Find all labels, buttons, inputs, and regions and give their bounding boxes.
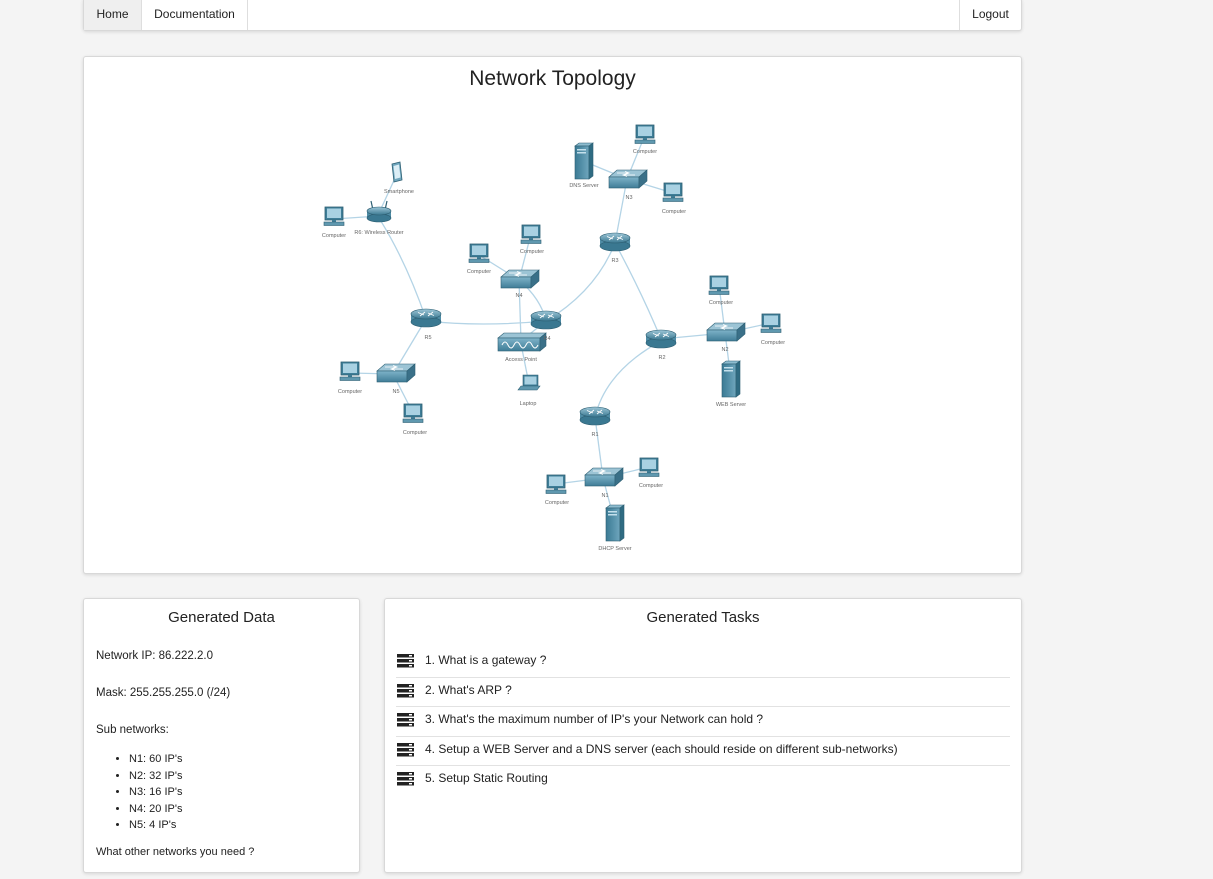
- label-n5: N5: [392, 389, 399, 395]
- label-laptop: Laptop: [520, 401, 537, 407]
- computer-icon: [760, 313, 782, 333]
- computer-icon: [708, 275, 730, 295]
- subnet-item: N3: 16 IP's: [129, 784, 182, 801]
- computer-icon: [662, 182, 684, 202]
- computer-icon: [634, 124, 656, 144]
- label-computer: Computer: [709, 300, 733, 306]
- generated-tasks-title: Generated Tasks: [646, 609, 760, 626]
- label-dhcp-server: DHCP Server: [598, 546, 631, 552]
- label-n4: N4: [515, 293, 522, 299]
- laptop-icon: [517, 374, 541, 391]
- switch-icon: [584, 467, 624, 487]
- nav-logout-link[interactable]: Logout: [959, 0, 1021, 30]
- server-list-icon: [397, 683, 414, 698]
- label-n2: N2: [721, 347, 728, 353]
- label-smartphone: Smartphone: [384, 189, 414, 195]
- server-icon: [605, 504, 625, 542]
- switch-icon: [706, 322, 746, 342]
- label-r5: R5: [424, 335, 431, 341]
- subnet-item: N4: 20 IP's: [129, 801, 182, 818]
- generated-data-panel: Generated Data Network IP: 86.222.2.0 Ma…: [83, 598, 360, 873]
- server-list-icon: [397, 742, 414, 757]
- task-item[interactable]: 3. What's the maximum number of IP's you…: [396, 707, 1010, 737]
- task-item[interactable]: 1. What is a gateway ?: [396, 648, 1010, 678]
- subnet-item: N1: 60 IP's: [129, 751, 182, 768]
- label-computer: Computer: [322, 233, 346, 239]
- task-label: 2. What's ARP ?: [425, 682, 512, 697]
- computer-icon: [402, 403, 424, 423]
- network-topology-diagram: Smartphone Computer R6: Wireless Router …: [322, 124, 785, 552]
- label-computer: Computer: [545, 500, 569, 506]
- label-computer: Computer: [639, 483, 663, 489]
- server-icon: [721, 360, 741, 398]
- router-icon: [579, 406, 611, 426]
- label-web-server: WEB Server: [716, 402, 746, 408]
- nav-home-link[interactable]: Home: [84, 0, 142, 30]
- network-ip-text: Network IP: 86.222.2.0: [96, 650, 213, 662]
- label-r3: R3: [611, 258, 618, 264]
- task-list: 1. What is a gateway ? 2. What's ARP ? 3…: [396, 648, 1010, 796]
- subnet-item: N5: 4 IP's: [129, 817, 182, 834]
- wireless-router-icon: [366, 200, 392, 223]
- computer-icon: [638, 457, 660, 477]
- label-computer: Computer: [633, 149, 657, 155]
- label-computer: Computer: [403, 430, 427, 436]
- router-icon: [599, 232, 631, 252]
- router-icon: [645, 329, 677, 349]
- label-computer: Computer: [761, 340, 785, 346]
- label-r2: R2: [658, 355, 665, 361]
- label-computer: Computer: [338, 389, 362, 395]
- computer-icon: [545, 474, 567, 494]
- server-list-icon: [397, 772, 414, 786]
- task-label: 4. Setup a WEB Server and a DNS server (…: [425, 741, 898, 756]
- access-point-icon: [497, 332, 547, 352]
- topology-title: Network Topology: [469, 67, 636, 90]
- task-label: 5. Setup Static Routing: [425, 771, 548, 786]
- computer-icon: [520, 224, 542, 244]
- generated-data-title: Generated Data: [168, 609, 275, 626]
- task-label: 3. What's the maximum number of IP's you…: [425, 712, 764, 727]
- subnets-list: N1: 60 IP's N2: 32 IP's N3: 16 IP's N4: …: [112, 751, 182, 834]
- computer-icon: [339, 361, 361, 381]
- computer-icon: [323, 206, 345, 226]
- other-networks-text: What other networks you need ?: [96, 846, 255, 858]
- label-n1: N1: [601, 493, 608, 499]
- label-computer: Computer: [662, 209, 686, 215]
- router-icon: [410, 308, 442, 328]
- label-dns-server: DNS Server: [569, 183, 599, 189]
- network-topology-panel: Smartphone Computer R6: Wireless Router …: [83, 56, 1022, 574]
- label-r1: R1: [591, 432, 598, 438]
- label-computer: Computer: [467, 269, 491, 275]
- label-computer: Computer: [520, 249, 544, 255]
- top-navbar: Home Documentation Logout: [83, 0, 1022, 31]
- label-n3: N3: [625, 195, 632, 201]
- switch-icon: [500, 269, 540, 289]
- nav-documentation-link[interactable]: Documentation: [142, 0, 248, 30]
- server-list-icon: [397, 713, 414, 727]
- computer-icon: [468, 243, 490, 263]
- mask-text: Mask: 255.255.255.0 (/24): [96, 687, 231, 699]
- task-item[interactable]: 4. Setup a WEB Server and a DNS server (…: [396, 737, 1010, 767]
- smartphone-icon: [391, 161, 403, 183]
- task-item[interactable]: 2. What's ARP ?: [396, 678, 1010, 708]
- server-icon: [574, 142, 594, 180]
- task-label: 1. What is a gateway ?: [425, 653, 547, 667]
- generated-tasks-panel: Generated Tasks 1. What is a gateway ? 2…: [384, 598, 1022, 873]
- router-icon: [530, 310, 562, 330]
- switch-icon: [376, 363, 416, 383]
- subnet-item: N2: 32 IP's: [129, 768, 182, 785]
- subnets-label: Sub networks:: [96, 724, 169, 736]
- switch-icon: [608, 169, 648, 189]
- label-r4: R4: [543, 336, 550, 342]
- label-access-point: Access Point: [505, 357, 537, 363]
- label-r6: R6: Wireless Router: [354, 230, 403, 236]
- server-list-icon: [397, 654, 414, 668]
- task-item[interactable]: 5. Setup Static Routing: [396, 766, 1010, 796]
